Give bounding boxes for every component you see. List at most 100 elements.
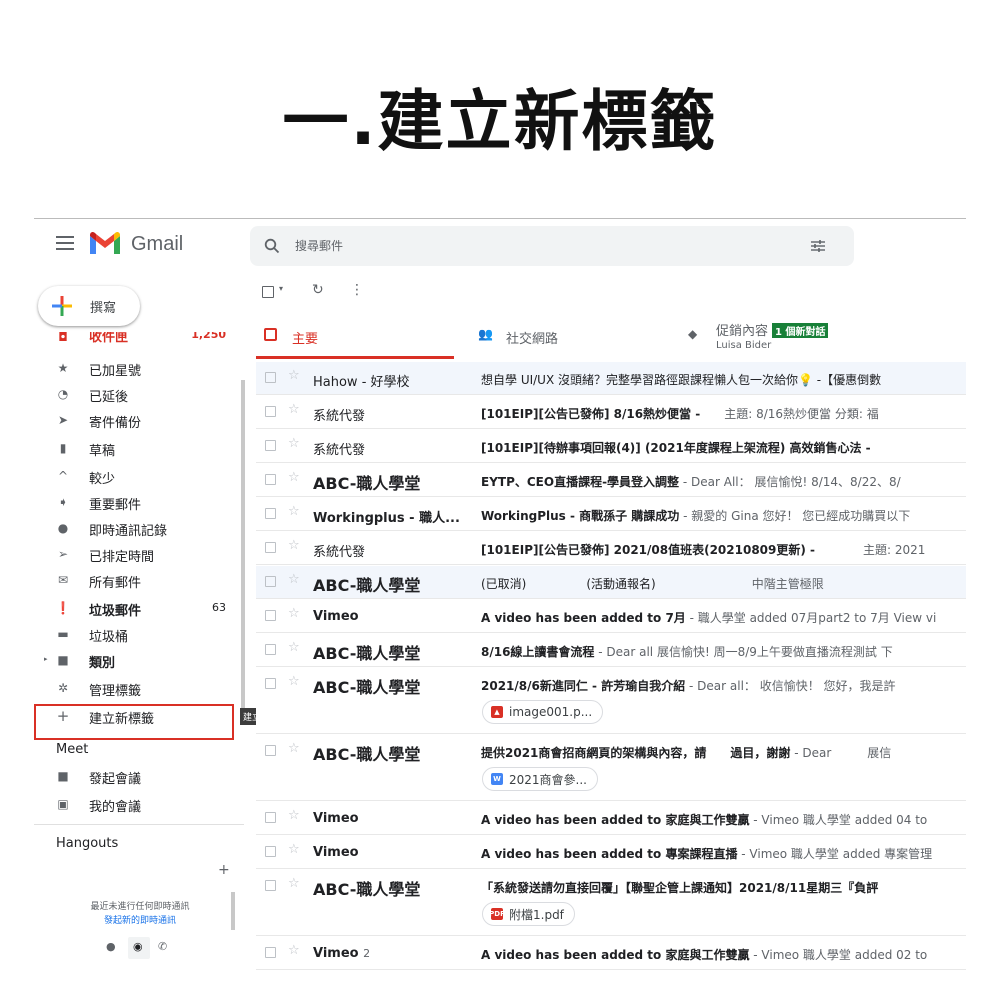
email-row[interactable]: ☆ 系統代發 [101EIP][待辦事項回報(4)] (2021年度課程上架流程) …	[256, 430, 966, 463]
sidebar-item-scheduled[interactable]: ➢ 已排定時間	[34, 542, 240, 568]
select-all-checkbox[interactable]	[262, 286, 274, 298]
email-sender: 系統代發	[313, 443, 366, 458]
star-toggle-icon[interactable]: ☆	[288, 470, 300, 485]
email-row[interactable]: ☆ ABC-職人學堂 提供2021商會招商網頁的架構與內容，請 過目，謝謝 - De…	[256, 735, 966, 801]
email-checkbox[interactable]	[265, 846, 276, 857]
attachment-chip[interactable]: PDF 附檔1.pdf	[482, 902, 575, 926]
sidebar-item-important[interactable]: ➧ 重要郵件	[34, 490, 240, 516]
email-checkbox[interactable]	[265, 947, 276, 958]
attachment-name: image001.p...	[509, 705, 593, 719]
scheduled-icon: ➢	[57, 547, 69, 561]
star-toggle-icon[interactable]: ☆	[288, 538, 300, 553]
star-toggle-icon[interactable]: ☆	[288, 640, 300, 655]
draft-icon: ▮	[59, 441, 67, 455]
sidebar-item-starred[interactable]: ★ 已加星號	[34, 356, 240, 382]
sidebar-item-trash[interactable]: ▬ 垃圾桶	[34, 622, 240, 648]
chevron-up-icon: ^	[57, 469, 69, 483]
email-row[interactable]: ☆ ABC-職人學堂 2021/8/6新進同仁 - 許芳瑜自我介紹 - Dear a…	[256, 668, 966, 734]
email-row[interactable]: ☆ Vimeo A video has been added to 7月 - 職人學…	[256, 600, 966, 633]
email-row[interactable]: ☆ Vimeo A video has been added to 專案課程直播 -…	[256, 836, 966, 869]
gmail-logo-icon[interactable]	[88, 230, 122, 256]
tab-promotions[interactable]: ◆ 促銷內容 1 個新對話	[680, 314, 966, 360]
trash-icon: ▬	[57, 627, 69, 641]
email-checkbox[interactable]	[265, 678, 276, 689]
email-row[interactable]: ☆ Hahow - 好學校 想自學 UI/UX 沒頭緒？完整學習路徑跟課程懶人包一次…	[256, 362, 966, 395]
email-subject: 2021/8/6新進同仁 - 許芳瑜自我介紹	[481, 679, 686, 693]
attachment-chip[interactable]: ▲ image001.p...	[482, 700, 604, 724]
email-checkbox[interactable]	[265, 610, 276, 621]
new-chat-link[interactable]: 發起新的即時通訊	[60, 914, 220, 928]
attachment-chip[interactable]: W 2021商會參...	[482, 767, 598, 791]
sidebar-item-categories[interactable]: ▸ ■ 類別	[34, 648, 240, 674]
email-row[interactable]: ☆ Workingplus - 職人... WorkingPlus - 商戰孫子 購…	[256, 498, 966, 531]
email-row[interactable]: ☆ ABC-職人學堂 「系統發送請勿直接回覆」【聯聖企管上課通知】2021/8/11…	[256, 870, 966, 936]
email-checkbox[interactable]	[265, 406, 276, 417]
email-checkbox[interactable]	[265, 576, 276, 587]
search-input[interactable]	[295, 236, 795, 256]
sidebar-item-chats[interactable]: ● 即時通訊記錄	[34, 516, 240, 542]
meet-item-new-meeting[interactable]: ■ 發起會議	[34, 764, 240, 790]
email-subject: 提供2021商會招商網頁的架構與內容，請 過目，謝謝	[481, 746, 791, 760]
search-icon[interactable]	[264, 238, 280, 254]
email-row[interactable]: ☆ 系統代發 [101EIP][公告已發佈] 2021/08值班表(20210809…	[256, 532, 966, 565]
star-toggle-icon[interactable]: ☆	[288, 876, 300, 891]
main-menu-icon[interactable]	[56, 236, 74, 250]
email-row[interactable]: ☆ ABC-職人學堂 8/16線上讀書會流程 - Dear all 展信愉快! 周一…	[256, 634, 966, 667]
email-row[interactable]: ☆ 系統代發 [101EIP][公告已發佈] 8/16熱炒便當 - 主題: 8/16…	[256, 396, 966, 429]
star-toggle-icon[interactable]: ☆	[288, 741, 300, 756]
sidebar-item-drafts[interactable]: ▮ 草稿	[34, 436, 240, 462]
email-snippet: - Vimeo 職人學堂 added 02 to	[749, 948, 928, 962]
email-sender: Vimeo	[313, 609, 359, 624]
sidebar-item-all-mail[interactable]: ✉ 所有郵件	[34, 568, 240, 594]
email-checkbox[interactable]	[265, 880, 276, 891]
hangouts-scrollbar[interactable]	[231, 892, 235, 930]
email-row[interactable]: ☆ Vimeo A video has been added to 家庭與工作雙贏 …	[256, 802, 966, 835]
sidebar-item-less[interactable]: ^ 較少	[34, 464, 240, 490]
sidebar-scrollbar[interactable]	[241, 380, 245, 720]
sidebar-item-manage-labels[interactable]: ✲ 管理標籤	[34, 676, 240, 702]
sidebar-item-inbox[interactable]: ◘ 收件匣 1,250	[34, 332, 240, 352]
star-toggle-icon[interactable]: ☆	[288, 368, 300, 383]
email-checkbox[interactable]	[265, 474, 276, 485]
expand-arrow-icon[interactable]: ▸	[44, 655, 48, 663]
star-toggle-icon[interactable]: ☆	[288, 436, 300, 451]
star-toggle-icon[interactable]: ☆	[288, 808, 300, 823]
video-icon: ■	[57, 769, 69, 783]
email-row[interactable]: ☆ Vimeo 2 A video has been added to 家庭與工作雙…	[256, 937, 966, 970]
refresh-icon[interactable]: ↻	[312, 282, 324, 298]
email-checkbox[interactable]	[265, 542, 276, 553]
person-icon[interactable]: ●	[106, 940, 116, 953]
compose-button[interactable]: 撰寫	[38, 286, 140, 326]
meet-item-my-meetings[interactable]: ▣ 我的會議	[34, 792, 240, 818]
gear-icon: ✲	[57, 681, 69, 695]
star-toggle-icon[interactable]: ☆	[288, 402, 300, 417]
email-row[interactable]: ☆ ABC-職人學堂 (已取消) (活動通報名) 中階主管極限	[256, 566, 966, 599]
email-checkbox[interactable]	[265, 508, 276, 519]
add-chat-icon[interactable]: +	[218, 862, 230, 878]
more-icon[interactable]: ⋮	[350, 282, 364, 298]
star-toggle-icon[interactable]: ☆	[288, 674, 300, 689]
hangouts-footer: ● ◉ ✆	[100, 937, 190, 959]
search-options-icon[interactable]	[810, 239, 826, 253]
email-checkbox[interactable]	[265, 812, 276, 823]
email-row[interactable]: ☆ ABC-職人學堂 EYTP、CEO直播課程-學員登入調整 - Dear All：…	[256, 464, 966, 497]
email-checkbox[interactable]	[265, 372, 276, 383]
sidebar-item-sent[interactable]: ➤ 寄件備份	[34, 408, 240, 434]
tab-primary[interactable]: 主要	[256, 314, 454, 360]
star-toggle-icon[interactable]: ☆	[288, 842, 300, 857]
sidebar-item-spam[interactable]: ❗ 垃圾郵件 63	[34, 596, 240, 622]
email-checkbox[interactable]	[265, 440, 276, 451]
search-bar[interactable]	[250, 226, 854, 266]
email-checkbox[interactable]	[265, 745, 276, 756]
star-toggle-icon[interactable]: ☆	[288, 943, 300, 958]
sidebar-item-snoozed[interactable]: ◔ 已延後	[34, 382, 240, 408]
hangouts-icon[interactable]: ◉	[133, 940, 143, 953]
star-toggle-icon[interactable]: ☆	[288, 504, 300, 519]
tag-icon: ◆	[688, 327, 698, 341]
star-toggle-icon[interactable]: ☆	[288, 606, 300, 621]
email-checkbox[interactable]	[265, 644, 276, 655]
select-dropdown-icon[interactable]: ▾	[279, 284, 283, 293]
star-toggle-icon[interactable]: ☆	[288, 572, 300, 587]
tab-social[interactable]: 👥 社交網路	[470, 314, 670, 360]
phone-icon[interactable]: ✆	[158, 940, 167, 953]
